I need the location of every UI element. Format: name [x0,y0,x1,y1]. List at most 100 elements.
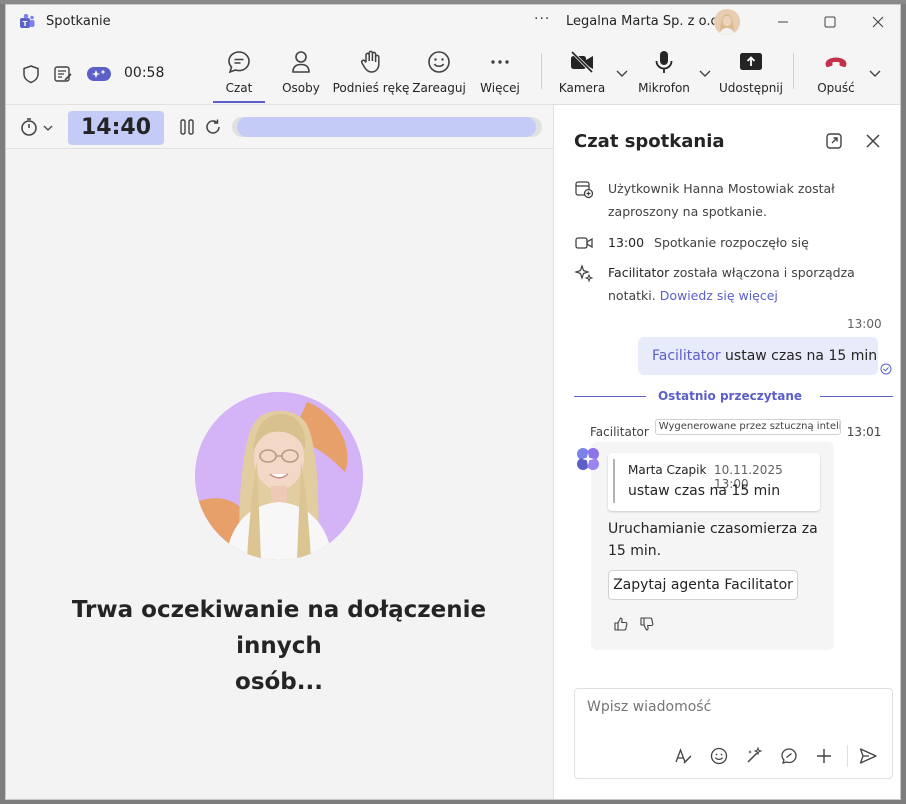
leave-options-chevron-icon[interactable] [868,69,882,79]
more-label: Więcej [480,81,520,95]
participant-photo-icon [195,392,363,560]
started-time: 13:00 [608,235,645,250]
meeting-elapsed-time: 00:58 [124,65,165,81]
ask-agent-button[interactable]: Zapytaj agenta Facilitator [608,570,798,600]
leave-button[interactable]: Opuść [809,49,863,105]
format-text-icon[interactable] [673,746,693,766]
toolbar-separator [793,53,794,89]
my-message-bubble[interactable]: Facilitator ustaw czas na 15 min [638,337,878,375]
quoted-message[interactable]: Marta Czapik 10.11.2025 13:00 ustaw czas… [608,453,820,511]
plus-icon[interactable] [814,746,834,766]
share-button[interactable]: Udostępnij [718,49,784,105]
chat-icon [228,51,250,74]
toolbar-separator [541,53,542,89]
leave-label: Opuść [817,81,855,95]
loop-component-icon[interactable] [779,746,799,766]
waiting-message-line-1: Trwa oczekiwanie na dołączenie innych [71,597,487,659]
thumbs-down-icon[interactable] [639,616,655,632]
camera-options-chevron-icon[interactable] [615,69,629,79]
more-horizontal-icon [491,60,509,64]
smiley-icon [428,51,450,73]
last-read-divider-right [820,396,893,397]
quote-author: Marta Czapik [628,463,707,477]
video-camera-icon [575,237,593,249]
timer-menu-button[interactable] [20,117,56,137]
more-options-icon[interactable]: ··· [534,11,550,27]
raise-hand-button[interactable]: Podnieś rękę [332,49,410,105]
copilot-rewrite-icon[interactable] [744,746,764,766]
svg-text:T: T [23,20,28,28]
chat-button[interactable]: Czat [213,49,265,105]
participant-portrait [195,392,363,560]
share-label: Udostępnij [719,81,783,95]
restart-icon[interactable] [204,118,222,136]
facilitator-avatar-icon [577,448,599,470]
timer-progress-bar [232,117,542,137]
send-icon[interactable] [858,746,878,766]
pause-icon[interactable] [178,118,196,136]
meeting-chat-panel: Czat spotkania Użytkownik Hanna Mostowia… [553,105,900,799]
close-panel-icon[interactable] [863,131,883,151]
notes-icon[interactable] [52,63,74,85]
message-input[interactable] [587,699,877,715]
bot-message-bubble: Marta Czapik 10.11.2025 13:00 ustaw czas… [591,442,834,650]
quote-bar [613,459,615,503]
people-button[interactable]: Osoby [276,49,326,105]
pop-out-icon[interactable] [824,131,844,151]
learn-more-link[interactable]: Dowiedz się więcej [660,288,778,303]
react-label: Zareaguj [412,81,466,95]
calendar-add-icon [575,181,594,199]
maximize-icon [824,16,836,28]
react-button[interactable]: Zareaguj [412,49,466,105]
bot-name: Facilitator [590,425,649,439]
camera-button[interactable]: Kamera [554,49,610,105]
last-read-divider-label: Ostatnio przeczytane [657,389,803,403]
close-icon [872,16,884,28]
raise-hand-icon [360,50,380,73]
more-button[interactable]: Więcej [478,49,522,105]
emoji-icon[interactable] [709,746,729,766]
last-read-divider-left [574,396,646,397]
system-message-invited: Użytkownik Hanna Mostowiak został zapros… [574,177,884,223]
avatar-portrait-icon [714,9,740,35]
people-icon [292,51,310,73]
ai-generated-badge: Wygenerowane przez sztuczną inteligencję [654,419,841,435]
system-message-facilitator: Facilitator została włączona i sporządza… [574,261,884,307]
quote-text: ustaw czas na 15 min [628,483,781,499]
thumbs-up-icon[interactable] [613,616,629,632]
meeting-toolbar: 00:58 Czat Osoby Podnieś rękę Zareaguj W… [6,39,900,105]
user-avatar[interactable] [714,9,740,35]
meeting-window: T Spotkanie ··· Legalna Marta Sp. z o.o. [5,4,901,800]
microphone-options-chevron-icon[interactable] [698,69,712,79]
close-window-button[interactable] [855,5,900,39]
people-label: Osoby [282,81,320,95]
microphone-icon [655,51,673,73]
mention-facilitator[interactable]: Facilitator [652,348,721,364]
teams-logo-icon: T [20,13,35,28]
my-message-time: 13:00 [847,317,882,331]
read-receipt-icon [880,363,892,375]
raise-hand-label: Podnieś rękę [332,81,410,95]
minimize-icon [778,21,788,23]
microphone-label: Mikrofon [638,81,690,95]
waiting-message-line-2: osób... [235,669,323,695]
minimize-button[interactable] [760,5,806,39]
bot-message-time: 13:01 [846,425,882,439]
bot-reply-text: Uruchamianie czasomierza za 15 min. [608,521,818,559]
facilitator-name: Facilitator [608,265,670,280]
sparkle-icon [574,264,594,283]
hang-up-icon [825,57,847,68]
share-screen-icon [740,53,762,70]
started-text: Spotkanie rozpoczęło się [654,235,809,250]
shield-icon[interactable] [20,63,42,85]
bot-message-header: Facilitator Wygenerowane przez sztuczną i… [590,419,881,439]
composer-separator [847,745,848,767]
copilot-icon[interactable] [86,63,112,85]
maximize-button[interactable] [807,5,853,39]
my-message-text: ustaw czas na 15 min [720,348,878,364]
timer-progress-fill [237,117,536,137]
system-message-started: 13:00 Spotkanie rozpoczęło się [574,231,884,255]
organization-name[interactable]: Legalna Marta Sp. z o.o. [566,14,722,29]
active-tab-indicator [213,101,265,103]
microphone-button[interactable]: Mikrofon [636,49,692,105]
